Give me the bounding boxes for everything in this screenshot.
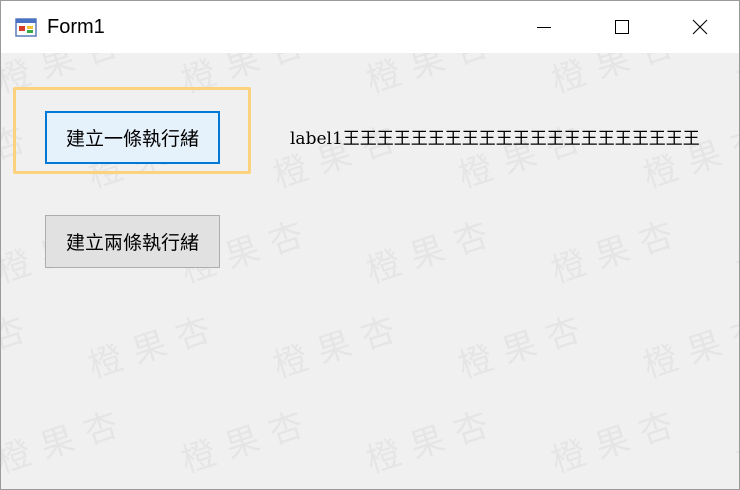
create-two-threads-button[interactable]: 建立兩條執行緒 [45,215,220,268]
watermark-text-24: 橙果杏 [1,306,42,387]
close-icon [692,19,708,35]
watermark-text-25: 橙果杏 [83,306,227,387]
maximize-icon [615,20,629,34]
winforms-app-icon[interactable] [15,17,37,39]
watermark-text-32: 橙果杏 [176,401,320,482]
watermark-text-35: 橙果杏 [731,401,739,482]
watermark-text-31: 橙果杏 [1,401,135,482]
form-client-area: 橙果杏 橙果杏 橙果杏 橙果杏 橙果杏 橙果杏 橙果杏 橙果杏 橙果杏 橙果杏 橙果杏 橙果杏 橙果杏橙… [1,53,739,489]
close-button[interactable] [665,1,735,53]
form1-window: Form1 橙果杏 橙果杏 橙果杏 橙果杏 橙果杏 橙果杏 橙果杏 橙果杏 橙果杏 橙果杏 橙果杏橙… [0,0,740,490]
minimize-button[interactable] [509,1,579,53]
watermark-text-21: 橙果杏 [361,211,505,292]
create-one-thread-button[interactable]: 建立一條執行緒 [45,111,220,164]
watermark-text-34: 橙果杏 [546,401,690,482]
watermark-text-22: 橙果杏 [546,211,690,292]
minimize-icon [537,27,551,28]
maximize-button[interactable] [587,1,657,53]
window-title: Form1 [47,16,105,38]
watermark-text-10: 橙果杏 [546,53,690,102]
label1: label1王王王王王王王王王王王王王王王王王王王王王 [290,129,700,149]
watermark-text-23: 橙果杏 [731,211,739,292]
title-bar[interactable]: Form1 [1,1,739,53]
watermark-text-27: 橙果杏 [453,306,597,387]
watermark-text-28: 橙果杏 [638,306,739,387]
watermark-text-33: 橙果杏 [361,401,505,482]
watermark-text-26: 橙果杏 [268,306,412,387]
watermark-text-11: 橙果杏 [731,53,739,102]
watermark-text-9: 橙果杏 [361,53,505,102]
